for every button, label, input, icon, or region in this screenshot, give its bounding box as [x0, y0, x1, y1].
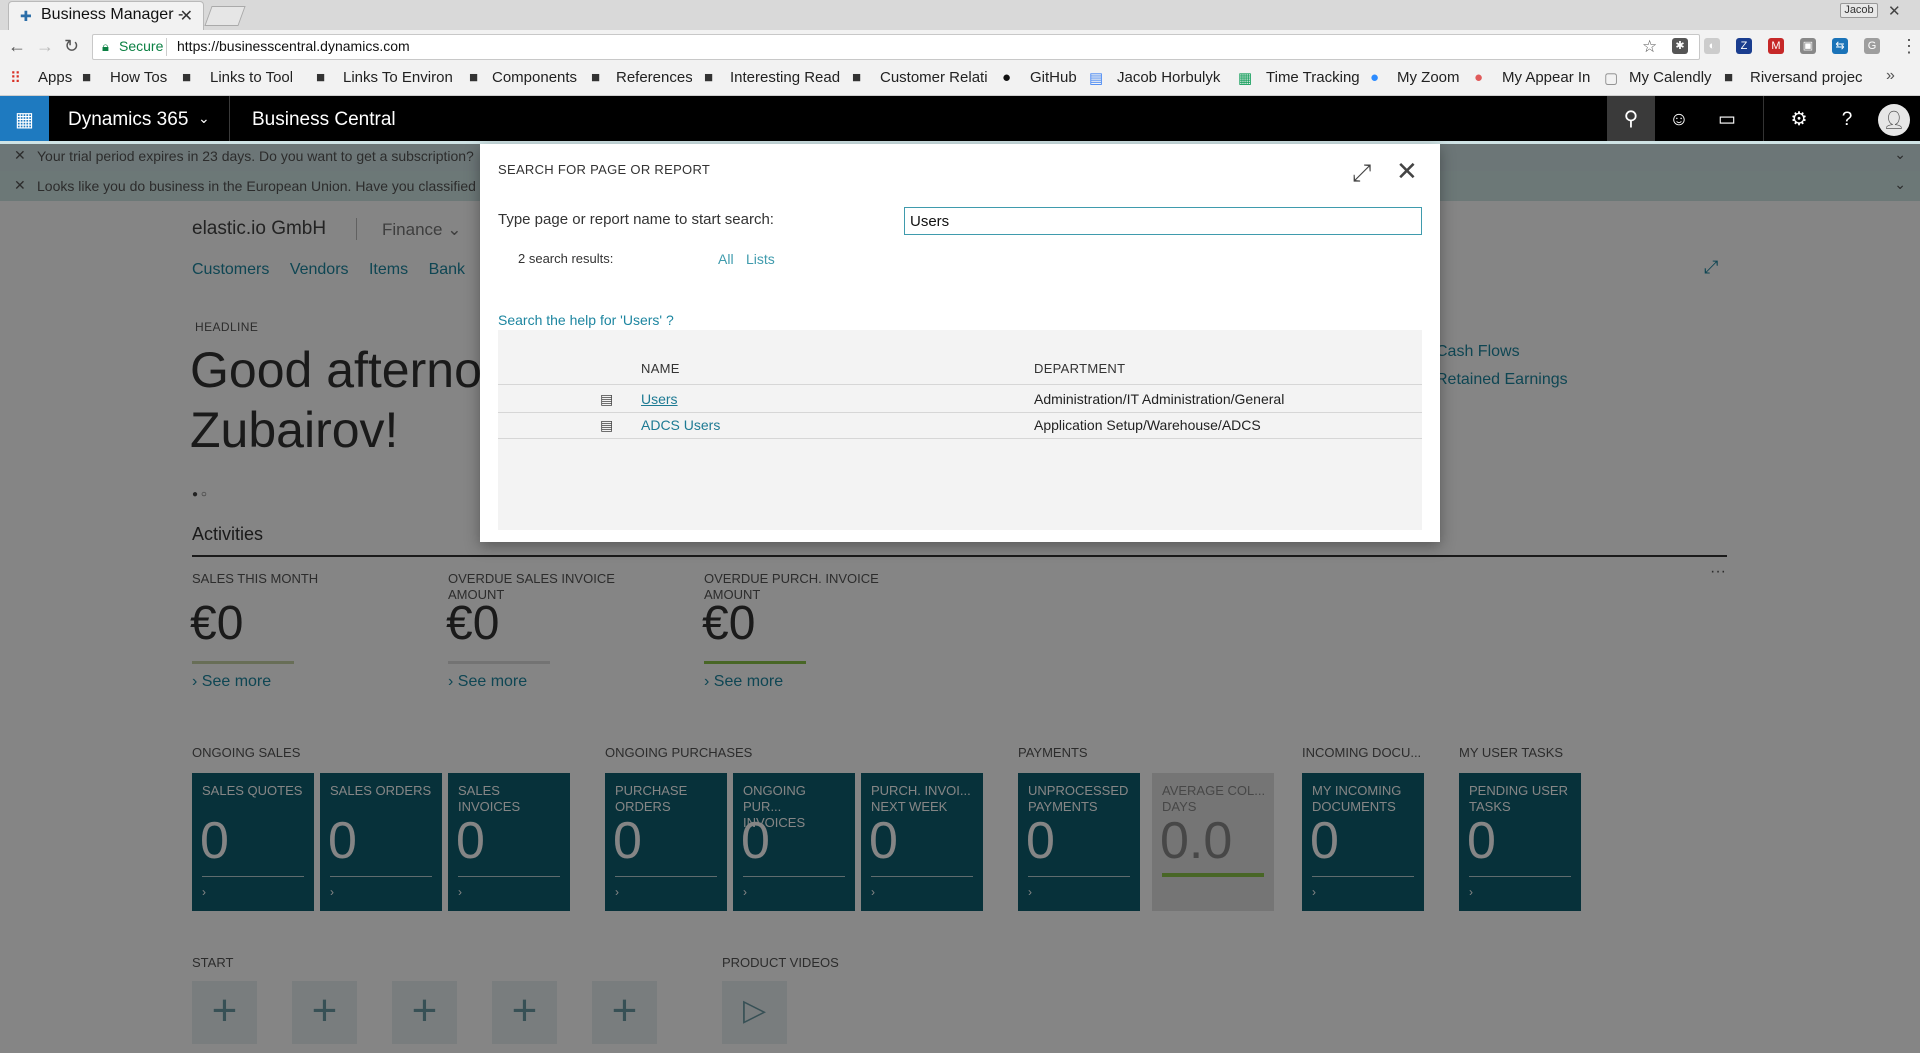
bookmark-item[interactable]: GitHub [1030, 69, 1078, 86]
folder-icon: ■ [182, 69, 192, 86]
lock-icon: 🔒︎ [102, 39, 109, 54]
extension-icon[interactable]: G [1864, 38, 1880, 54]
tab-title: Business Manager - [41, 6, 184, 23]
extension-icon[interactable]: M [1768, 38, 1784, 54]
results-area [498, 330, 1422, 530]
extension-icon[interactable]: ▣ [1800, 38, 1816, 54]
extension-icon[interactable]: Z [1736, 38, 1752, 54]
bookmark-item[interactable]: Links to Tools [210, 69, 292, 86]
folder-icon: ■ [704, 69, 714, 86]
result-name-link[interactable]: Users [641, 391, 678, 407]
filter-lists[interactable]: Lists [746, 251, 775, 267]
folder-icon: ■ [316, 69, 326, 86]
result-name-link[interactable]: ADCS Users [641, 417, 720, 433]
bookmark-item[interactable]: Components [492, 69, 581, 86]
column-header-name[interactable]: NAME [641, 361, 680, 376]
bookmark-item[interactable]: Apps [38, 69, 78, 86]
dialog-title: SEARCH FOR PAGE OR REPORT [498, 162, 711, 177]
row-divider [498, 412, 1422, 413]
bookmark-item[interactable]: My Calendly [1629, 69, 1713, 86]
list-page-icon: ▤ [600, 391, 614, 407]
close-icon[interactable]: ✕ [1396, 156, 1418, 187]
help-icon[interactable]: ? [1823, 96, 1871, 144]
search-icon[interactable]: ⚲ [1607, 96, 1655, 144]
bookmarks-overflow-icon[interactable]: » [1886, 67, 1895, 85]
extension-icon[interactable]: ⇆ [1832, 38, 1848, 54]
appbar-divider [1763, 96, 1764, 144]
bookmark-item[interactable]: Time Tracking [1266, 69, 1362, 86]
bookmark-item[interactable]: References [616, 69, 692, 86]
chevron-down-icon[interactable]: ⌄ [198, 110, 210, 127]
folder-icon: ■ [1724, 69, 1734, 86]
appbar-divider [229, 96, 230, 144]
window-close-icon[interactable]: ✕ [1888, 2, 1901, 20]
folder-icon: ■ [469, 69, 479, 86]
address-divider [166, 38, 167, 56]
search-input[interactable] [904, 207, 1422, 235]
reload-icon[interactable]: ↻ [64, 36, 79, 57]
github-icon: ● [1002, 69, 1012, 86]
bookmark-item[interactable]: My Zoom [1397, 69, 1463, 86]
smiley-icon[interactable]: ☺ [1655, 96, 1703, 144]
sheet-icon: ▦ [1238, 70, 1253, 87]
appearin-icon: ● [1474, 69, 1484, 86]
bookmark-item[interactable]: My Appear In [1502, 69, 1592, 86]
result-count: 2 search results: [518, 251, 614, 266]
app-launcher-icon[interactable]: ▦ [0, 96, 49, 144]
result-department: Application Setup/Warehouse/ADCS [1034, 417, 1261, 433]
column-header-department[interactable]: DEPARTMENT [1034, 361, 1125, 376]
secure-label: Secure [119, 38, 164, 54]
folder-icon: ■ [591, 69, 601, 86]
folder-icon: ■ [82, 69, 92, 86]
url-text[interactable]: https://businesscentral.dynamics.com [177, 38, 410, 54]
browser-tab-strip [0, 0, 1920, 30]
chat-icon[interactable]: ▭ [1703, 96, 1751, 144]
row-divider [498, 438, 1422, 439]
new-tab-button[interactable] [204, 6, 246, 26]
back-icon[interactable]: ← [8, 36, 26, 57]
profile-button[interactable]: Jacob [1840, 3, 1878, 18]
apps-grid-icon: ⠿ [10, 70, 21, 87]
list-page-icon: ▤ [600, 417, 614, 433]
bookmark-item[interactable]: Riversand projec [1750, 69, 1862, 86]
gear-icon[interactable]: ⚙ [1775, 96, 1823, 144]
filter-all[interactable]: All [718, 251, 734, 267]
bookmark-item[interactable]: Customer Relati [880, 69, 992, 86]
calendly-icon: ▢ [1604, 70, 1619, 87]
browser-tab[interactable]: ✚ Business Manager - ✕ [8, 1, 204, 30]
bookmark-item[interactable]: How Tos [110, 69, 174, 86]
search-prompt: Type page or report name to start search… [498, 211, 774, 228]
bookmark-item[interactable]: Links To Environ [343, 69, 453, 86]
bookmark-item[interactable]: Interesting Read [730, 69, 840, 86]
dynamics-favicon-icon: ✚ [20, 8, 32, 24]
search-help-link[interactable]: Search the help for 'Users' ? [498, 312, 674, 328]
product-name[interactable]: Dynamics 365 [68, 109, 188, 131]
tab-close-icon[interactable]: ✕ [180, 6, 193, 26]
avatar[interactable]: 👤︎ [1878, 104, 1910, 136]
extension-icon[interactable]: ✱ [1672, 38, 1688, 54]
header-divider [498, 384, 1422, 385]
browser-menu-icon[interactable]: ⋮ [1900, 36, 1918, 57]
result-department: Administration/IT Administration/General [1034, 391, 1285, 407]
doc-icon: ▤ [1089, 70, 1104, 87]
zoom-icon: ● [1370, 69, 1380, 86]
extension-icon[interactable]: ◐ [1704, 38, 1720, 54]
folder-icon: ■ [852, 69, 862, 86]
forward-icon[interactable]: → [36, 36, 54, 57]
bookmark-star-icon[interactable]: ☆ [1642, 37, 1657, 57]
bookmark-item[interactable]: Jacob Horbulyk [1117, 69, 1225, 86]
app-title: Business Central [252, 109, 396, 130]
maximize-icon[interactable]: ⤢ [1352, 160, 1371, 188]
